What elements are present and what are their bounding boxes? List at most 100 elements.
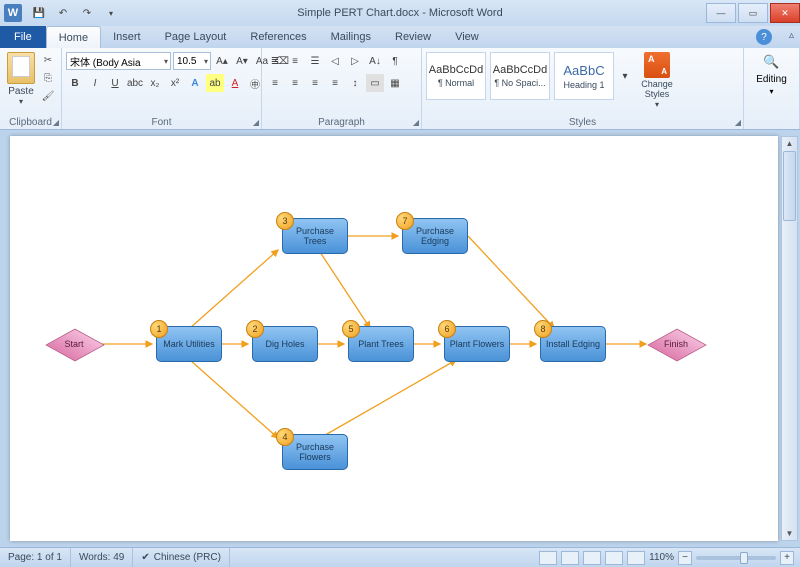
cut-icon[interactable]: ✂: [40, 52, 56, 68]
format-painter-icon[interactable]: 🖌: [40, 88, 56, 104]
maximize-button[interactable]: ▭: [738, 3, 768, 23]
help-icon[interactable]: ?: [756, 29, 772, 45]
zoom-in-button[interactable]: +: [780, 551, 794, 565]
tab-page-layout[interactable]: Page Layout: [153, 26, 239, 48]
strike-icon[interactable]: abc: [126, 74, 144, 92]
quick-access-toolbar: W 💾 ↶ ↷ ▾: [0, 3, 122, 23]
redo-icon[interactable]: ↷: [76, 3, 98, 23]
sort-icon[interactable]: A↓: [366, 52, 384, 70]
style-heading1[interactable]: AaBbC Heading 1: [554, 52, 614, 100]
scroll-down-icon[interactable]: ▼: [782, 527, 797, 540]
scroll-thumb[interactable]: [783, 151, 796, 221]
paragraph-dialog-launcher[interactable]: ◢: [413, 118, 419, 127]
qat-more-icon[interactable]: ▾: [100, 3, 122, 23]
shading-icon[interactable]: ▭: [366, 74, 384, 92]
tab-references[interactable]: References: [238, 26, 318, 48]
styles-dialog-launcher[interactable]: ◢: [735, 118, 741, 127]
subscript-icon[interactable]: x₂: [146, 74, 164, 92]
title-bar: W 💾 ↶ ↷ ▾ Simple PERT Chart.docx - Micro…: [0, 0, 800, 26]
paste-icon: [7, 52, 35, 84]
change-styles-button[interactable]: AA Change Styles ▾: [634, 52, 680, 112]
undo-icon[interactable]: ↶: [52, 3, 74, 23]
badge-6: 6: [438, 320, 456, 338]
text-effects-icon[interactable]: A: [186, 74, 204, 92]
status-page[interactable]: Page: 1 of 1: [0, 548, 71, 567]
superscript-icon[interactable]: x²: [166, 74, 184, 92]
grow-font-icon[interactable]: A▴: [213, 52, 231, 70]
node-start[interactable]: Start: [44, 327, 104, 361]
italic-icon[interactable]: I: [86, 74, 104, 92]
minimize-button[interactable]: —: [706, 3, 736, 23]
paste-button[interactable]: Paste ▾: [4, 52, 38, 112]
clipboard-group: Paste ▾ ✂ ⎘ 🖌 Clipboard ◢: [0, 48, 62, 129]
font-color-icon[interactable]: A: [226, 74, 244, 92]
numbering-icon[interactable]: ≡: [286, 52, 304, 70]
highlight-icon[interactable]: ab: [206, 74, 224, 92]
ribbon-tabs: File Home Insert Page Layout References …: [0, 26, 800, 48]
bullets-icon[interactable]: ≣: [266, 52, 284, 70]
workspace: Start Mark Utilities 1 Dig Holes 2 Purch…: [0, 130, 800, 547]
badge-5: 5: [342, 320, 360, 338]
align-left-icon[interactable]: ≡: [266, 74, 284, 92]
show-marks-icon[interactable]: ¶: [386, 52, 404, 70]
badge-3: 3: [276, 212, 294, 230]
tab-review[interactable]: Review: [383, 26, 443, 48]
font-size-combo[interactable]: 10.5: [173, 52, 211, 70]
multilevel-icon[interactable]: ☰: [306, 52, 324, 70]
justify-icon[interactable]: ≡: [326, 74, 344, 92]
pert-chart: Start Mark Utilities 1 Dig Holes 2 Purch…: [10, 136, 778, 541]
clipboard-dialog-launcher[interactable]: ◢: [53, 118, 59, 127]
decrease-indent-icon[interactable]: ◁: [326, 52, 344, 70]
tab-insert[interactable]: Insert: [101, 26, 153, 48]
font-name-combo[interactable]: 宋体 (Body Asia: [66, 52, 171, 70]
editing-group: 🔍 Editing ▾: [744, 48, 800, 129]
word-app-icon[interactable]: W: [4, 4, 22, 22]
collapse-ribbon-icon[interactable]: ▵: [789, 30, 794, 41]
scroll-up-icon[interactable]: ▲: [782, 137, 797, 150]
underline-icon[interactable]: U: [106, 74, 124, 92]
styles-group-label: Styles: [422, 117, 743, 128]
zoom-level[interactable]: 110%: [649, 552, 674, 563]
align-right-icon[interactable]: ≡: [306, 74, 324, 92]
style-no-spacing[interactable]: AaBbCcDd ¶ No Spaci...: [490, 52, 550, 100]
badge-7: 7: [396, 212, 414, 230]
badge-4: 4: [276, 428, 294, 446]
window-title: Simple PERT Chart.docx - Microsoft Word: [297, 7, 502, 19]
styles-group: AaBbCcDd ¶ Normal AaBbCcDd ¶ No Spaci...…: [422, 48, 744, 129]
bold-icon[interactable]: B: [66, 74, 84, 92]
view-draft-icon[interactable]: [627, 551, 645, 565]
clipboard-group-label: Clipboard: [0, 117, 61, 128]
window-controls: — ▭ ✕: [704, 3, 800, 23]
font-dialog-launcher[interactable]: ◢: [253, 118, 259, 127]
status-words[interactable]: Words: 49: [71, 548, 133, 567]
zoom-out-button[interactable]: −: [678, 551, 692, 565]
view-outline-icon[interactable]: [605, 551, 623, 565]
line-spacing-icon[interactable]: ↕: [346, 74, 364, 92]
vertical-scrollbar[interactable]: ▲ ▼: [781, 136, 798, 541]
styles-more-icon[interactable]: ▾: [618, 52, 632, 100]
document-page[interactable]: Start Mark Utilities 1 Dig Holes 2 Purch…: [10, 136, 778, 541]
find-icon[interactable]: 🔍: [759, 52, 785, 72]
font-group-label: Font: [62, 117, 261, 128]
align-center-icon[interactable]: ≡: [286, 74, 304, 92]
close-button[interactable]: ✕: [770, 3, 800, 23]
view-print-layout-icon[interactable]: [539, 551, 557, 565]
zoom-slider[interactable]: [696, 556, 776, 560]
node-finish[interactable]: Finish: [646, 327, 706, 361]
tab-home[interactable]: Home: [46, 26, 101, 48]
file-tab[interactable]: File: [0, 26, 46, 48]
view-web-layout-icon[interactable]: [583, 551, 601, 565]
save-icon[interactable]: 💾: [28, 3, 50, 23]
borders-icon[interactable]: ▦: [386, 74, 404, 92]
shrink-font-icon[interactable]: A▾: [233, 52, 251, 70]
copy-icon[interactable]: ⎘: [40, 70, 56, 86]
increase-indent-icon[interactable]: ▷: [346, 52, 364, 70]
style-normal[interactable]: AaBbCcDd ¶ Normal: [426, 52, 486, 100]
tab-view[interactable]: View: [443, 26, 491, 48]
font-group: 宋体 (Body Asia 10.5 A▴ A▾ Aa ⌫ B I U abc …: [62, 48, 262, 129]
tab-mailings[interactable]: Mailings: [319, 26, 383, 48]
status-language[interactable]: ✔Chinese (PRC): [133, 548, 230, 567]
zoom-slider-thumb[interactable]: [740, 552, 748, 564]
badge-2: 2: [246, 320, 264, 338]
view-full-screen-icon[interactable]: [561, 551, 579, 565]
